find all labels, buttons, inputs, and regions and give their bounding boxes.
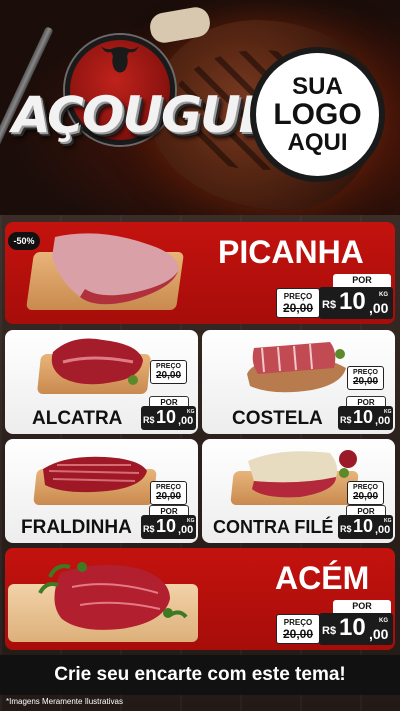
product-card-contra-file: PREÇO 20,00 POR CONTRA FILÉ R$ 10 KG ,00 [202,439,395,543]
currency: R$ [143,524,155,534]
old-price-box: PREÇO 20,00 [276,614,320,644]
cta-banner: Crie seu encarte com este tema! [0,655,400,695]
price-value: 10 [339,288,366,315]
preco-label: PREÇO [283,292,313,301]
price-value: 10 [156,407,177,427]
logo-line-1: SUA [292,72,343,100]
old-price: 20,00 [352,376,379,387]
old-price-box: PREÇO 20,00 [276,288,320,318]
product-name: FRALDINHA [21,517,132,538]
price-box: R$ 10 KG ,00 [141,515,196,539]
old-price: 20,00 [155,370,182,381]
price-decimals: ,00 [369,626,389,642]
picanha-image [52,233,179,305]
logo-line-2: LOGO [273,97,362,131]
price-box: R$ 10 KG ,00 [319,613,393,645]
acem-image [38,562,188,630]
product-name: COSTELA [232,408,323,429]
old-price-box: PREÇO 20,00 [347,481,384,505]
price-value: 10 [156,516,177,536]
product-card-picanha: PICANHA PREÇO 20,00 POR R$ 10 KG ,00 [5,222,395,324]
product-card-fraldinha: PREÇO 20,00 POR FRALDINHA R$ 10 KG ,00 [5,439,198,543]
por-label: POR [333,274,391,287]
price-decimals: ,00 [375,524,391,536]
header-banner: AÇOUGUE SUA LOGO AQUI [0,0,400,215]
product-name: ALCATRA [32,408,123,429]
contra-file-image [248,450,357,498]
price-box: R$ 10 KG ,00 [338,515,393,539]
product-name: PICANHA [218,234,364,270]
old-price: 20,00 [282,627,314,641]
preco-label: PREÇO [156,363,181,370]
preco-label: PREÇO [353,484,378,491]
currency: R$ [143,415,155,425]
alcatra-image [51,338,143,385]
currency: R$ [340,524,352,534]
price-value: 10 [353,516,374,536]
disclaimer: *Imagens Meramente Ilustrativas [6,697,123,706]
currency: R$ [340,415,352,425]
price-box: R$ 10 KG ,00 [319,287,393,319]
old-price: 20,00 [352,491,379,502]
unit-kg: KG [379,618,388,624]
logo-placeholder: SUA LOGO AQUI [250,47,385,182]
currency: R$ [322,625,337,637]
price-value: 10 [339,614,366,641]
discount-badge: -50% [8,232,40,250]
product-card-acem: ACÉM PREÇO 20,00 POR R$ 10 KG ,00 [5,548,395,650]
preco-label: PREÇO [156,484,181,491]
old-price-box: PREÇO 20,00 [150,360,187,384]
price-decimals: ,00 [178,415,194,427]
fraldinha-image [43,456,147,493]
product-name: ACÉM [275,560,370,596]
por-label: POR [333,600,391,613]
price-box: R$ 10 KG ,00 [338,406,393,430]
product-card-alcatra: PREÇO 20,00 POR ALCATRA R$ 10 KG ,00 [5,330,198,434]
preco-label: PREÇO [283,618,313,627]
costela-image [247,342,346,393]
price-decimals: ,00 [178,524,194,536]
old-price: 20,00 [155,491,182,502]
unit-kg: KG [379,292,388,298]
product-name: CONTRA FILÉ [213,517,334,537]
old-price-box: PREÇO 20,00 [347,366,384,390]
price-decimals: ,00 [369,300,389,316]
price-box: R$ 10 KG ,00 [141,406,196,430]
bull-icon [101,46,139,73]
price-decimals: ,00 [375,415,391,427]
logo-line-3: AQUI [287,129,348,157]
product-card-costela: PREÇO 20,00 POR COSTELA R$ 10 KG ,00 [202,330,395,434]
price-value: 10 [353,407,374,427]
old-price-box: PREÇO 20,00 [150,481,187,505]
page-title: AÇOUGUE [12,86,273,144]
old-price: 20,00 [282,301,314,315]
preco-label: PREÇO [353,369,378,376]
currency: R$ [322,299,337,311]
